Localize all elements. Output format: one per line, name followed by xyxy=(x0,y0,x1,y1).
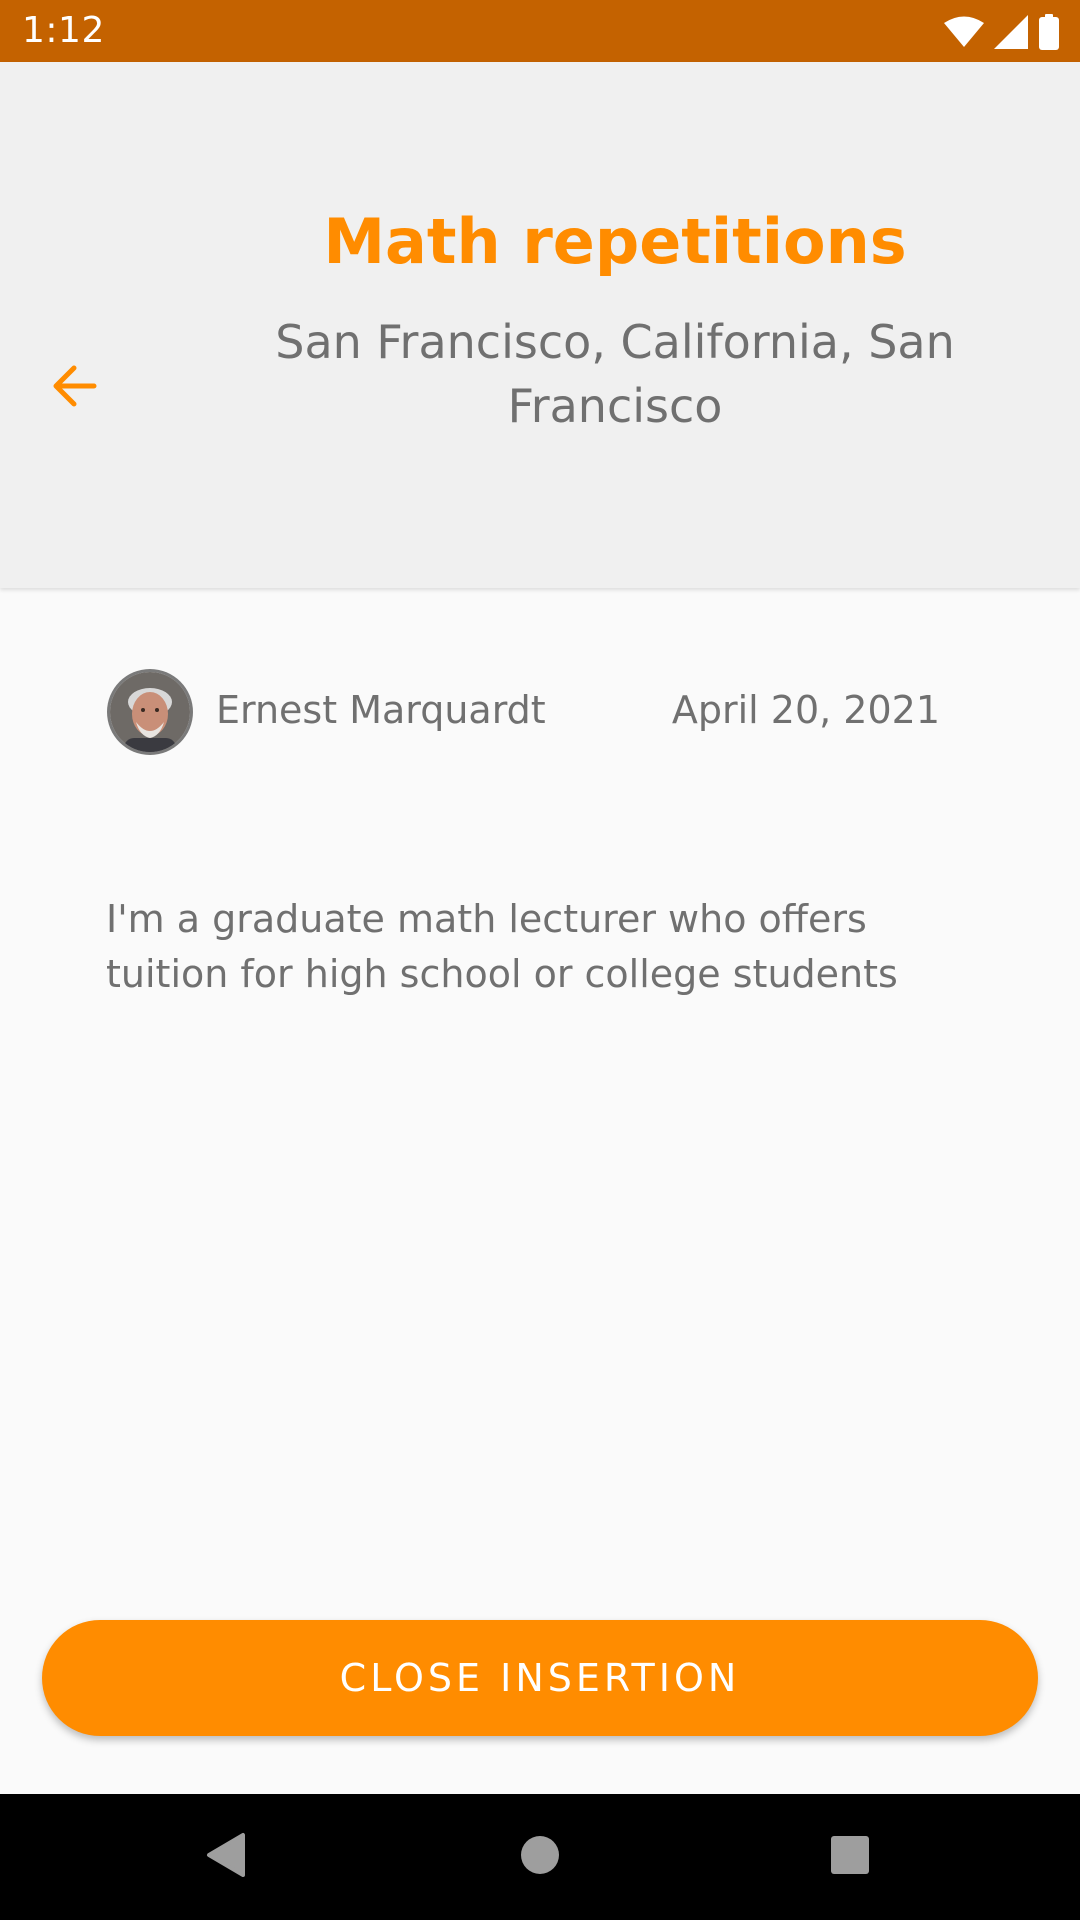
signal-icon xyxy=(994,15,1028,49)
recents-square-icon xyxy=(829,1834,871,1880)
post-description: I'm a graduate math lecturer who offers … xyxy=(106,897,898,996)
nav-back-button[interactable] xyxy=(195,1827,255,1887)
battery-icon xyxy=(1038,14,1060,50)
header: Math repetitions San Francisco, Californ… xyxy=(0,62,1080,588)
location-subtitle: San Francisco, California, San Francisco xyxy=(275,315,955,433)
status-icons xyxy=(944,12,1060,52)
navigation-bar xyxy=(0,1794,1080,1920)
nav-home-button[interactable] xyxy=(510,1827,570,1887)
nav-recents-button[interactable] xyxy=(820,1827,880,1887)
back-triangle-icon xyxy=(203,1831,247,1883)
home-circle-icon xyxy=(518,1833,562,1881)
status-time: 1:12 xyxy=(22,10,105,51)
author-name: Ernest Marquardt xyxy=(216,688,546,732)
author-avatar xyxy=(110,672,190,752)
wifi-icon xyxy=(944,16,984,48)
app-screen: 1:12 Math repetitions San Francisco, Cal… xyxy=(0,0,1080,1920)
close-insertion-button[interactable]: CLOSE INSERTION xyxy=(42,1620,1038,1736)
back-button[interactable] xyxy=(38,352,110,424)
status-bar: 1:12 xyxy=(0,0,1080,62)
arrow-left-icon xyxy=(50,364,98,412)
page-title: Math repetitions xyxy=(323,205,907,278)
post-date: April 20, 2021 xyxy=(671,688,940,732)
